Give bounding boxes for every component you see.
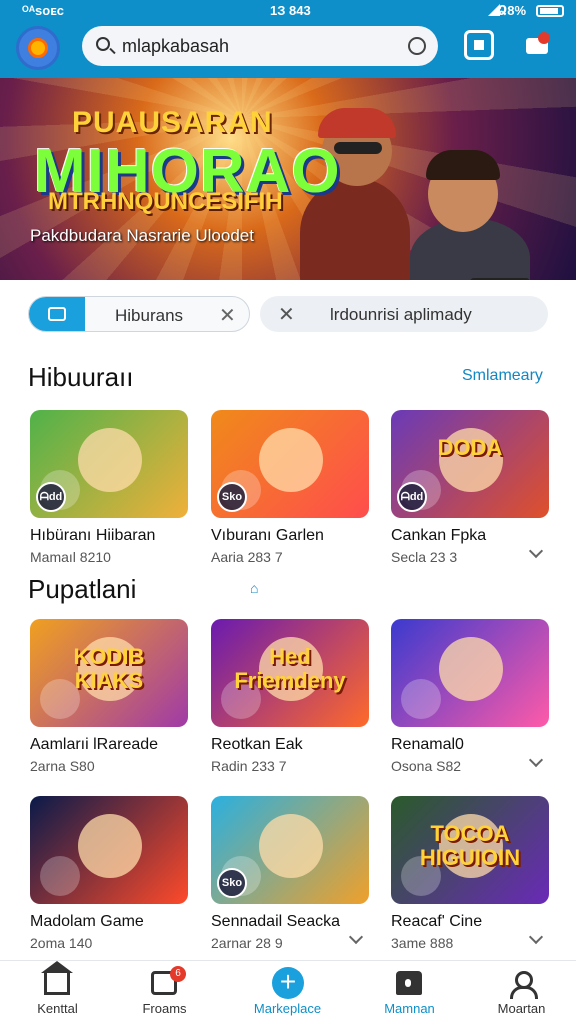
card-subtitle: Aaria 283 7: [211, 549, 283, 565]
nav-label: Froams: [142, 1001, 187, 1016]
card-subtitle: 2oma 140: [30, 935, 93, 951]
banner-caption: Pakdbudara Nasrarie Uloodet: [30, 226, 254, 245]
close-icon[interactable]: ✕: [219, 303, 236, 328]
card-subtitle: 2arnar 28 9: [211, 935, 283, 951]
app-header: [0, 22, 576, 78]
card-artwork-text: Hed Friemdeny: [234, 644, 346, 693]
card-title[interactable]: Renamal0: [391, 736, 464, 754]
game-card[interactable]: Sko: [211, 410, 369, 518]
card-badge: Sko: [217, 482, 247, 512]
nav-item-profile[interactable]: Moartan: [464, 961, 576, 1024]
nav-label: Markeplace: [253, 1001, 322, 1016]
game-card[interactable]: Sko: [211, 796, 369, 904]
card-badge: Sko: [217, 868, 247, 898]
shop-icon: [396, 971, 422, 995]
inbox-icon: 6: [151, 966, 186, 995]
user-icon: [508, 971, 538, 999]
game-card[interactable]: KODIB KIAKS: [30, 619, 188, 727]
game-card[interactable]: Hed Friemdeny: [211, 619, 369, 727]
notification-badge: 6: [170, 966, 186, 982]
chevron-down-icon[interactable]: [528, 543, 544, 559]
card-artwork-text: DODA: [437, 435, 503, 460]
card-artwork-text: KODIB KIAKS: [73, 644, 145, 693]
bottom-nav: Kenttal 6 Froams + Markeplace Mamnan Moa…: [0, 960, 576, 1024]
card-artwork-text: TOCOA HIGUIOIN: [419, 821, 521, 870]
game-card[interactable]: [30, 796, 188, 904]
nav-item-marketplace[interactable]: + Markeplace: [230, 961, 345, 1024]
card-subtitle: 3ame 888: [391, 935, 454, 951]
card-title[interactable]: Reotkan Eak: [211, 736, 303, 754]
card-title[interactable]: Hıbüranı Hiibaran: [30, 527, 155, 545]
home-icon: [41, 961, 73, 995]
plus-icon: +: [272, 967, 304, 999]
banner-title-sub: MTRHNQUNCESIFIH: [48, 188, 283, 215]
clock: 1З 843: [270, 3, 311, 18]
card-subtitle: Secla 23 3: [391, 549, 458, 565]
card-title[interactable]: Vıburanı Garlen: [211, 527, 324, 545]
game-card[interactable]: [391, 619, 549, 727]
section-title: Pupatlani: [28, 574, 137, 604]
nav-item-home[interactable]: Kenttal: [0, 961, 115, 1024]
chevron-down-icon[interactable]: [528, 752, 544, 768]
battery-icon: [536, 5, 564, 17]
section-title: Hibuuraıı: [28, 362, 134, 392]
app-logo-icon[interactable]: [16, 26, 60, 70]
card-badge: ᗩdd: [397, 482, 427, 512]
category-icon: [29, 297, 85, 331]
filter-chip-label: Hiburans: [115, 306, 184, 325]
game-card[interactable]: ᗩdd: [30, 410, 188, 518]
nav-label: Mamnan: [384, 1001, 435, 1016]
filter-chip[interactable]: ✕ lrdounrisi aplimady: [260, 296, 548, 332]
card-title[interactable]: Sennadail Seacka: [211, 913, 340, 931]
card-subtitle: Mamaıl 8210: [30, 549, 111, 565]
promo-banner[interactable]: PUAUSARAN MIHORAO MTRHNQUNCESIFIH Pakdbu…: [0, 78, 576, 280]
close-icon[interactable]: ✕: [278, 302, 295, 327]
card-title[interactable]: Madolam Game: [30, 913, 144, 931]
carrier-label: ᴼᴬsoᴇᴄ: [22, 3, 64, 18]
nav-item-shop[interactable]: Mamnan: [352, 961, 467, 1024]
game-card[interactable]: DODA ᗩdd: [391, 410, 549, 518]
card-subtitle: Osona S82: [391, 758, 462, 774]
card-title[interactable]: Aamlarıi lRareade: [30, 736, 158, 754]
see-all-link[interactable]: Smlameary: [462, 367, 543, 385]
chevron-down-icon[interactable]: [528, 929, 544, 945]
filter-chip-active[interactable]: Hiburans ✕: [28, 296, 250, 332]
search-bar[interactable]: [82, 26, 438, 66]
status-bar: ᴼᴬsoᴇᴄ 1З 843 Ձ8%: [0, 0, 576, 22]
search-input[interactable]: [122, 34, 392, 58]
chevron-down-icon[interactable]: [348, 929, 364, 945]
loading-icon: ⌂: [250, 580, 259, 596]
card-subtitle: 2arna S80: [30, 758, 95, 774]
nav-label: Moartan: [497, 1001, 546, 1016]
card-title[interactable]: Cankan Fpka: [391, 527, 486, 545]
scan-icon[interactable]: [464, 30, 494, 60]
nav-label: Kenttal: [37, 1001, 78, 1016]
battery-percent: Ձ8%: [497, 3, 526, 18]
nav-item-inbox[interactable]: 6 Froams: [107, 961, 222, 1024]
game-card[interactable]: TOCOA HIGUIOIN: [391, 796, 549, 904]
filter-chip-label: lrdounrisi aplimady: [330, 305, 472, 324]
camera-search-icon[interactable]: [408, 37, 426, 55]
card-subtitle: Radin 233 7: [211, 758, 287, 774]
banner-title-top: PUAUSARAN: [72, 106, 273, 139]
card-title[interactable]: Reacaf' Cine: [391, 913, 482, 931]
card-badge: ᗩdd: [36, 482, 66, 512]
notification-icon[interactable]: [522, 30, 552, 60]
search-icon: [96, 37, 110, 51]
